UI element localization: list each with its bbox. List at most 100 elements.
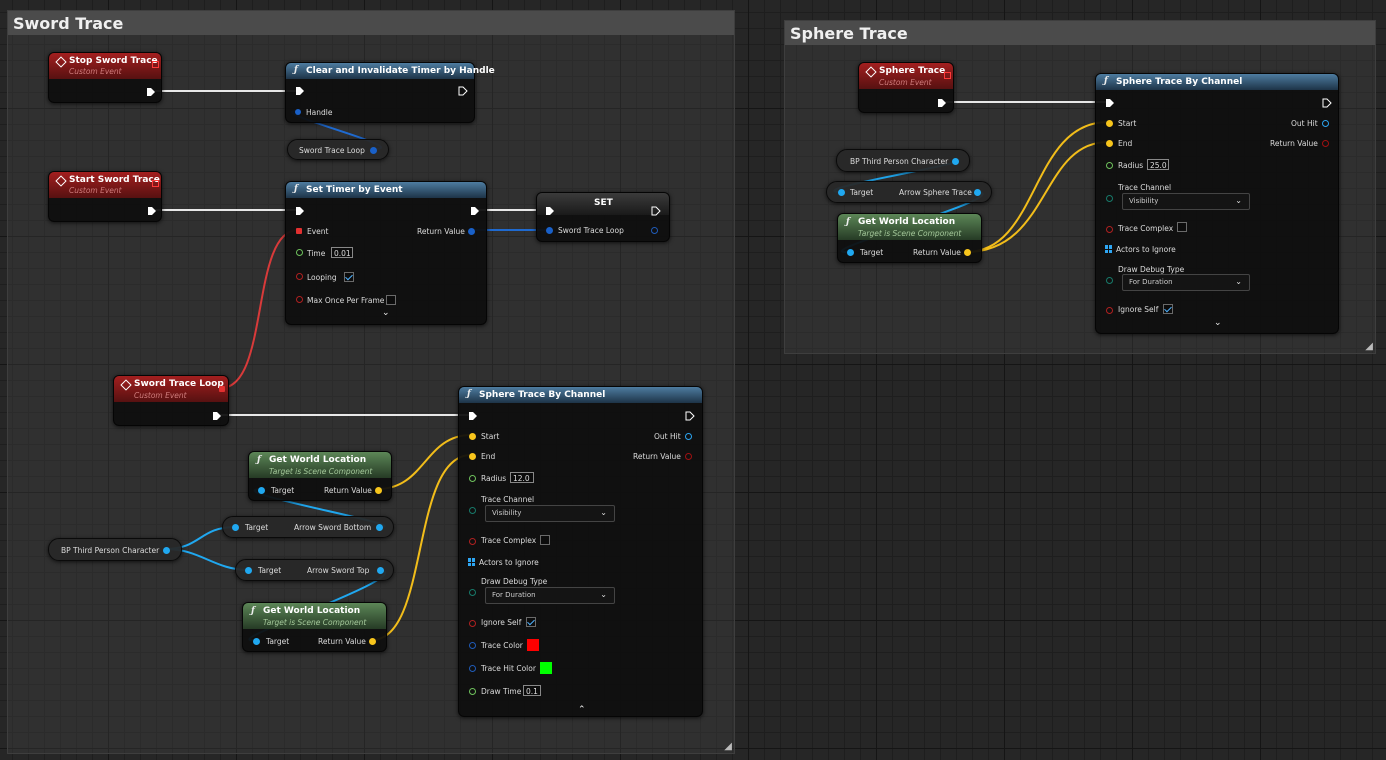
return-value-label: Return Value xyxy=(318,637,366,646)
object-out-pin-icon[interactable] xyxy=(952,158,959,165)
target-pin-icon[interactable] xyxy=(847,249,854,256)
looping-pin-icon[interactable] xyxy=(296,273,303,280)
max-once-checkbox[interactable] xyxy=(386,295,396,305)
target-pin-icon[interactable] xyxy=(258,487,265,494)
trace-channel-pin-icon[interactable] xyxy=(469,507,476,514)
stop-sword-trace-event-node[interactable]: Stop Sword Trace Custom Event xyxy=(48,52,162,103)
radius-input[interactable]: 12.0 xyxy=(510,472,534,483)
trace-color-pin-icon[interactable] xyxy=(469,642,476,649)
array-pin-icon[interactable] xyxy=(468,558,476,566)
draw-time-pin-icon[interactable] xyxy=(469,688,476,695)
draw-debug-pin-icon[interactable] xyxy=(469,589,476,596)
function-icon: ƒ xyxy=(1104,76,1108,86)
start-pin-icon[interactable] xyxy=(1106,120,1113,127)
node-title: Get World Location xyxy=(263,606,361,616)
get-world-location-node[interactable]: ƒ Get World Location Target is Scene Com… xyxy=(837,213,982,263)
set-timer-by-event-node[interactable]: ƒ Set Timer by Event Event Return Value … xyxy=(285,181,487,325)
node-subtitle: Custom Event xyxy=(134,391,187,400)
delegate-pin-icon[interactable] xyxy=(152,61,159,68)
node-subtitle: Target is Scene Component xyxy=(269,467,373,476)
sphere-sphere-trace-by-channel-node[interactable]: ƒ Sphere Trace By Channel Start Out Hit … xyxy=(1095,73,1339,334)
collapse-chevron-icon[interactable]: ⌃ xyxy=(578,705,586,715)
trace-complex-checkbox[interactable] xyxy=(540,535,550,545)
sword-trace-loop-event-node[interactable]: Sword Trace Loop Custom Event xyxy=(113,375,229,426)
target-pin-icon[interactable] xyxy=(838,189,845,196)
target-pin-icon[interactable] xyxy=(253,638,260,645)
draw-debug-pin-icon[interactable] xyxy=(1106,277,1113,284)
end-label: End xyxy=(481,452,496,461)
event-delegate-pin-icon[interactable] xyxy=(296,228,302,234)
var-in-pin-icon[interactable] xyxy=(546,227,553,234)
return-value-pin-icon[interactable] xyxy=(685,453,692,460)
end-pin-icon[interactable] xyxy=(469,453,476,460)
node-subtitle: Target is Scene Component xyxy=(263,618,367,627)
start-label: Start xyxy=(481,432,500,441)
bp-third-person-character-node[interactable]: BP Third Person Character xyxy=(48,538,182,561)
object-out-pin-icon[interactable] xyxy=(376,524,383,531)
ignore-self-checkbox[interactable] xyxy=(1163,304,1173,314)
handle-pin-icon[interactable] xyxy=(295,109,301,115)
node-subtitle: Custom Event xyxy=(69,186,122,195)
trace-hit-color-pin-icon[interactable] xyxy=(469,665,476,672)
get-world-location-node[interactable]: ƒ Get World Location Target is Scene Com… xyxy=(242,602,387,652)
radius-pin-icon[interactable] xyxy=(469,475,476,482)
delegate-pin-icon[interactable] xyxy=(152,180,159,187)
end-pin-icon[interactable] xyxy=(1106,140,1113,147)
trace-channel-pin-icon[interactable] xyxy=(1106,195,1113,202)
out-hit-pin-icon[interactable] xyxy=(1322,120,1329,127)
collapse-chevron-icon[interactable]: ⌄ xyxy=(1214,318,1222,328)
object-out-pin-icon[interactable] xyxy=(377,567,384,574)
radius-pin-icon[interactable] xyxy=(1106,162,1113,169)
out-hit-pin-icon[interactable] xyxy=(685,433,692,440)
draw-debug-dropdown[interactable]: For Duration ⌄ xyxy=(485,587,615,604)
draw-time-input[interactable]: 0.1 xyxy=(523,685,541,696)
trace-complex-pin-icon[interactable] xyxy=(1106,226,1113,233)
delegate-pin-icon[interactable] xyxy=(944,72,951,79)
return-value-pin-icon[interactable] xyxy=(468,228,475,235)
return-value-pin-icon[interactable] xyxy=(375,487,382,494)
sphere-trace-event-node[interactable]: Sphere Trace Custom Event xyxy=(858,62,954,113)
arrow-sphere-trace-node[interactable]: Target Arrow Sphere Trace xyxy=(826,181,992,203)
set-variable-node[interactable]: SET Sword Trace Loop xyxy=(536,192,670,242)
trace-hit-color-swatch[interactable] xyxy=(540,662,552,674)
target-pin-icon[interactable] xyxy=(245,567,252,574)
trace-channel-dropdown[interactable]: Visibility ⌄ xyxy=(1122,193,1250,210)
function-icon: ƒ xyxy=(251,606,255,616)
ignore-self-checkbox[interactable] xyxy=(526,617,536,627)
bp-third-person-character-node[interactable]: BP Third Person Character xyxy=(836,149,970,172)
ignore-self-pin-icon[interactable] xyxy=(469,620,476,627)
get-world-location-node[interactable]: ƒ Get World Location Target is Scene Com… xyxy=(248,451,392,501)
sword-trace-loop-variable-node[interactable]: Sword Trace Loop xyxy=(287,139,389,160)
trace-color-swatch[interactable] xyxy=(527,639,539,651)
looping-checkbox[interactable] xyxy=(344,272,354,282)
arrow-sword-top-node[interactable]: Target Arrow Sword Top xyxy=(235,559,394,581)
start-sword-trace-event-node[interactable]: Start Sword Trace Custom Event xyxy=(48,171,162,222)
out-hit-label: Out Hit xyxy=(1291,119,1318,128)
object-out-pin-icon[interactable] xyxy=(974,189,981,196)
variable-out-pin-icon[interactable] xyxy=(370,147,377,154)
delegate-pin-icon[interactable] xyxy=(219,386,225,392)
object-out-pin-icon[interactable] xyxy=(163,547,170,554)
max-once-pin-icon[interactable] xyxy=(296,296,303,303)
collapse-chevron-icon[interactable]: ⌄ xyxy=(382,308,390,318)
time-pin-icon[interactable] xyxy=(296,249,303,256)
return-value-pin-icon[interactable] xyxy=(369,638,376,645)
return-value-pin-icon[interactable] xyxy=(1322,140,1329,147)
draw-debug-dropdown[interactable]: For Duration ⌄ xyxy=(1122,274,1250,291)
target-pin-icon[interactable] xyxy=(232,524,239,531)
return-value-pin-icon[interactable] xyxy=(964,249,971,256)
time-input[interactable]: 0.01 xyxy=(331,247,353,258)
sword-sphere-trace-by-channel-node[interactable]: ƒ Sphere Trace By Channel Start Out Hit … xyxy=(458,386,703,717)
trace-complex-checkbox[interactable] xyxy=(1177,222,1187,232)
target-label: Target xyxy=(271,486,295,495)
ignore-self-pin-icon[interactable] xyxy=(1106,307,1113,314)
array-pin-icon[interactable] xyxy=(1105,245,1113,253)
start-pin-icon[interactable] xyxy=(469,433,476,440)
return-value-label: Return Value xyxy=(633,452,681,461)
var-out-pin-icon[interactable] xyxy=(651,227,658,234)
arrow-sword-bottom-node[interactable]: Target Arrow Sword Bottom xyxy=(222,516,394,538)
trace-complex-pin-icon[interactable] xyxy=(469,538,476,545)
trace-channel-dropdown[interactable]: Visibility ⌄ xyxy=(485,505,615,522)
radius-input[interactable]: 25.0 xyxy=(1147,159,1169,170)
clear-invalidate-timer-node[interactable]: ƒ Clear and Invalidate Timer by Handle H… xyxy=(285,62,495,123)
